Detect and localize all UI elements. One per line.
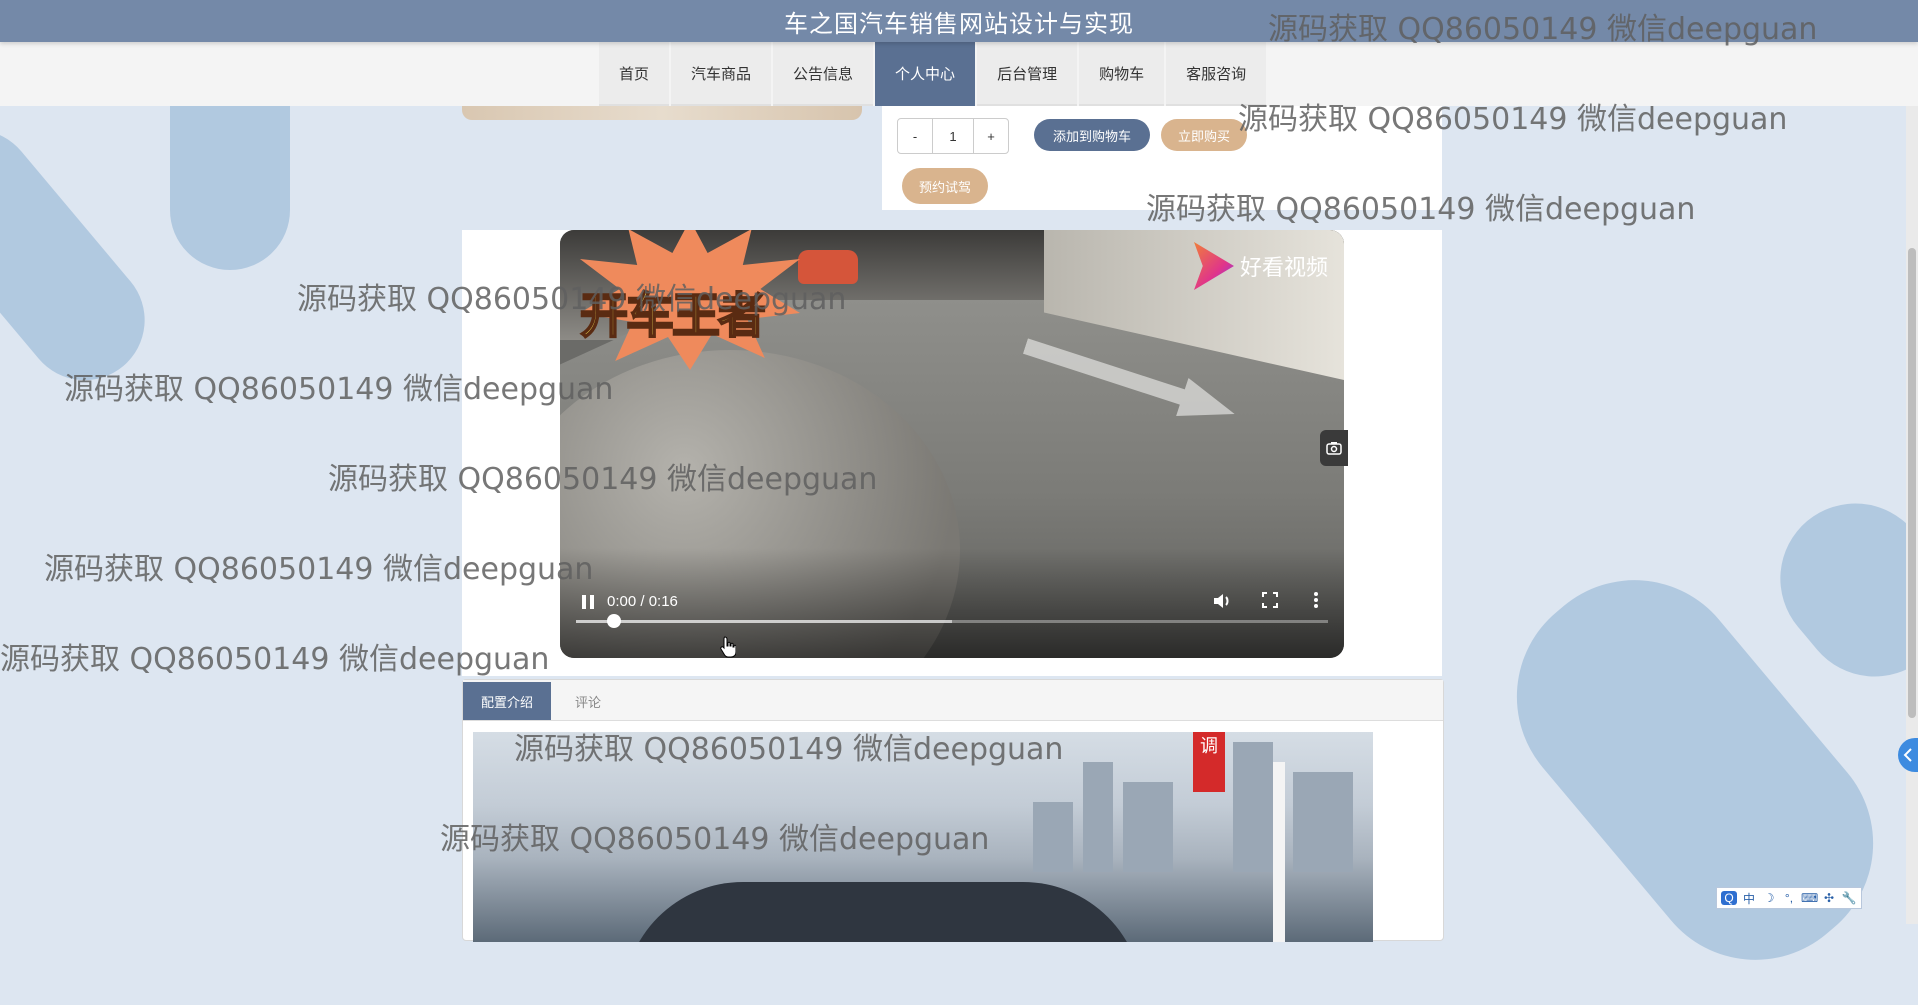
nav-item-admin[interactable]: 后台管理	[977, 42, 1078, 106]
video-logo: 好看视频	[1193, 242, 1328, 290]
ime-punctuation[interactable]: °,	[1781, 891, 1797, 905]
chevron-left-icon[interactable]	[1898, 738, 1918, 772]
volume-icon[interactable]	[1210, 590, 1234, 614]
video-controls: 0:00 / 0:16	[560, 578, 1344, 658]
ime-settings-icon[interactable]: 🔧	[1841, 891, 1857, 905]
ime-logo-icon[interactable]: Q	[1721, 891, 1737, 905]
tabs-header: 配置介绍 评论	[463, 680, 1443, 721]
qty-decrease-button[interactable]: -	[898, 119, 932, 153]
video-progress-bar[interactable]	[576, 614, 1328, 628]
video-progress-thumb[interactable]	[606, 614, 621, 628]
photo-building	[1083, 762, 1113, 872]
photo-building	[1033, 802, 1073, 872]
tab-comments[interactable]: 评论	[557, 682, 619, 720]
watermark-text: 源码获取 QQ86050149 微信deepguan	[64, 372, 614, 407]
page-scrollbar-thumb[interactable]	[1908, 248, 1916, 718]
nav-item-car-products[interactable]: 汽车商品	[671, 42, 772, 106]
photo-sign: 调	[1193, 732, 1225, 792]
tab-configuration[interactable]: 配置介绍	[463, 682, 552, 720]
pause-icon[interactable]	[578, 592, 598, 612]
watermark-text: 源码获取 QQ86050149 微信deepguan	[44, 552, 594, 587]
ime-keyboard-icon[interactable]: ⌨	[1801, 891, 1818, 905]
photo-building	[1233, 742, 1273, 872]
ime-moon-icon[interactable]: ☽	[1761, 891, 1777, 905]
camera-icon[interactable]	[1320, 430, 1348, 466]
buy-now-button[interactable]: 立即购买	[1161, 119, 1247, 151]
more-vert-icon[interactable]	[1304, 590, 1328, 614]
watermark-text: 源码获取 QQ86050149 微信deepguan	[440, 822, 990, 857]
quantity-stepper: - 1 +	[897, 118, 1009, 154]
detail-tabs: 配置介绍 评论 调	[462, 679, 1444, 942]
watermark-text: 源码获取 QQ86050149 微信deepguan	[1268, 12, 1818, 47]
watermark-text: 源码获取 QQ86050149 微信deepguan	[1146, 192, 1696, 227]
video-time: 0:00 / 0:16	[607, 593, 678, 610]
nav-item-cart[interactable]: 购物车	[1079, 42, 1165, 106]
qty-input[interactable]: 1	[932, 119, 974, 153]
nav-items: 首页 汽车商品 公告信息 个人中心 后台管理 购物车 客服咨询	[599, 42, 1267, 106]
ime-skin-icon[interactable]: ✣	[1821, 891, 1837, 905]
photo-building	[1123, 782, 1173, 872]
hand-cursor-icon	[720, 636, 737, 658]
play-logo-icon	[1193, 242, 1234, 290]
add-to-cart-button[interactable]: 添加到购物车	[1034, 119, 1150, 151]
qty-increase-button[interactable]: +	[974, 119, 1008, 153]
nav-item-home[interactable]: 首页	[599, 42, 670, 106]
watermark-text: 源码获取 QQ86050149 微信deepguan	[1238, 102, 1788, 137]
book-test-drive-button[interactable]: 预约试驾	[902, 168, 988, 204]
background-shape	[1749, 472, 1918, 708]
fullscreen-icon[interactable]	[1258, 590, 1282, 614]
photo-pole	[1273, 762, 1285, 942]
nav-item-personal-center[interactable]: 个人中心	[875, 42, 976, 106]
watermark-text: 源码获取 QQ86050149 微信deepguan	[0, 642, 550, 677]
video-buffered-bar	[576, 620, 952, 623]
video-logo-text: 好看视频	[1239, 256, 1328, 281]
watermark-text: 源码获取 QQ86050149 微信deepguan	[514, 732, 1064, 767]
ime-chinese-mode[interactable]: 中	[1741, 890, 1757, 907]
watermark-text: 源码获取 QQ86050149 微信deepguan	[328, 462, 878, 497]
watermark-text: 源码获取 QQ86050149 微信deepguan	[297, 282, 847, 317]
background-shape	[0, 105, 170, 405]
ime-toolbar[interactable]: Q 中 ☽ °, ⌨ ✣ 🔧	[1716, 887, 1862, 909]
photo-car	[623, 882, 1143, 942]
photo-building	[1293, 772, 1353, 872]
nav-item-announcements[interactable]: 公告信息	[773, 42, 874, 106]
